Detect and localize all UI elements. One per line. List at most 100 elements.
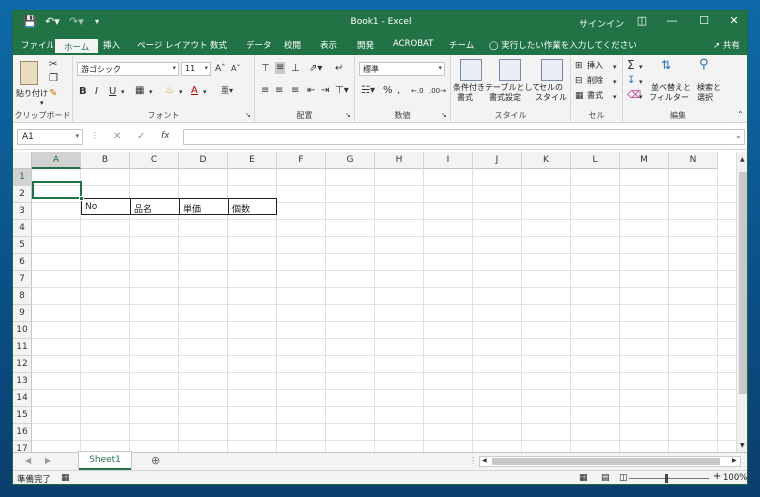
horizontal-scrollbar[interactable]: ◀ ▶ bbox=[479, 456, 741, 467]
insert-dropdown-icon[interactable]: ▾ bbox=[613, 61, 617, 73]
tab-team[interactable]: チーム bbox=[449, 39, 474, 51]
delete-cells-icon[interactable]: ⊟ bbox=[575, 75, 583, 87]
column-header-C[interactable]: C bbox=[130, 152, 179, 169]
row-header-6[interactable]: 6 bbox=[13, 254, 32, 271]
cut-icon[interactable]: ✂ bbox=[49, 59, 57, 71]
row-header-8[interactable]: 8 bbox=[13, 288, 32, 305]
decrease-decimal-icon[interactable]: .00→ bbox=[429, 85, 446, 97]
bottom-align-icon[interactable]: ⊥ bbox=[291, 63, 300, 75]
format-cells-icon[interactable]: ▦ bbox=[575, 90, 584, 102]
cell-styles-label2[interactable]: スタイル bbox=[535, 93, 567, 103]
delete-cells-button[interactable]: 削除 bbox=[587, 76, 603, 86]
borders-icon[interactable]: ▦ bbox=[135, 85, 144, 97]
row-header-10[interactable]: 10 bbox=[13, 322, 32, 339]
increase-decimal-icon[interactable]: ←.0 bbox=[411, 85, 424, 97]
delete-dropdown-icon[interactable]: ▾ bbox=[613, 76, 617, 88]
column-header-A[interactable]: A bbox=[32, 152, 81, 169]
insert-function-icon[interactable]: fx bbox=[161, 131, 170, 141]
row-header-16[interactable]: 16 bbox=[13, 424, 32, 441]
format-painter-icon[interactable]: ✎ bbox=[49, 88, 57, 100]
insert-cells-button[interactable]: 挿入 bbox=[587, 61, 603, 71]
tab-home[interactable]: ホーム bbox=[53, 37, 101, 55]
font-size-combo[interactable]: 11 ▾ bbox=[181, 62, 211, 76]
normal-view-icon[interactable]: ▦ bbox=[579, 473, 588, 483]
horizontal-scroll-thumb[interactable] bbox=[492, 458, 720, 465]
column-header-M[interactable]: M bbox=[620, 152, 669, 169]
fill-handle[interactable] bbox=[79, 196, 84, 201]
expand-formula-bar-icon[interactable]: ⌄ bbox=[735, 131, 742, 140]
scroll-up-icon[interactable]: ▲ bbox=[740, 154, 745, 166]
tab-data[interactable]: データ bbox=[246, 39, 272, 51]
format-as-table-label1[interactable]: テーブルとして bbox=[485, 83, 540, 93]
column-header-H[interactable]: H bbox=[375, 152, 424, 169]
fill-color-dropdown-icon[interactable]: ▾ bbox=[179, 86, 183, 98]
scroll-right-icon[interactable]: ▶ bbox=[732, 455, 737, 467]
zoom-slider-thumb[interactable] bbox=[665, 474, 668, 483]
tab-review[interactable]: 校閲 bbox=[284, 39, 301, 51]
active-cell-A1[interactable] bbox=[32, 181, 82, 199]
collapse-ribbon-icon[interactable]: ⌃ bbox=[737, 109, 744, 121]
row-header-2[interactable]: 2 bbox=[13, 186, 32, 203]
name-box[interactable]: A1 ▾ bbox=[17, 129, 83, 145]
row-header-11[interactable]: 11 bbox=[13, 339, 32, 356]
wrap-text-icon[interactable]: ↵ bbox=[335, 63, 343, 75]
share-button[interactable]: ↗ 共有 bbox=[713, 39, 740, 51]
alignment-dialog-launcher-icon[interactable]: ↘ bbox=[345, 109, 351, 121]
formula-input[interactable] bbox=[183, 129, 745, 145]
format-dropdown-icon[interactable]: ▾ bbox=[613, 91, 617, 103]
tab-insert[interactable]: 挿入 bbox=[103, 39, 120, 51]
new-sheet-icon[interactable]: ⊕ bbox=[151, 455, 160, 467]
underline-dropdown-icon[interactable]: ▾ bbox=[121, 86, 125, 98]
orientation-icon[interactable]: ⇗▾ bbox=[309, 63, 322, 75]
number-format-combo[interactable]: 標準 ▾ bbox=[359, 62, 445, 76]
vertical-scroll-thumb[interactable] bbox=[739, 172, 747, 394]
zoom-in-icon[interactable]: + bbox=[713, 471, 721, 482]
number-dialog-launcher-icon[interactable]: ↘ bbox=[441, 109, 447, 121]
font-name-combo[interactable]: 游ゴシック ▾ bbox=[77, 62, 179, 76]
find-select-label2[interactable]: 選択 bbox=[697, 93, 713, 103]
format-as-table-icon[interactable] bbox=[499, 59, 521, 81]
tab-view[interactable]: 表示 bbox=[320, 39, 337, 51]
column-header-B[interactable]: B bbox=[81, 152, 130, 169]
enter-icon[interactable]: ✓ bbox=[137, 131, 145, 142]
column-header-E[interactable]: E bbox=[228, 152, 277, 169]
scroll-left-icon[interactable]: ◀ bbox=[482, 455, 487, 467]
row-header-13[interactable]: 13 bbox=[13, 373, 32, 390]
autosum-icon[interactable]: Σ bbox=[627, 59, 635, 71]
row-header-14[interactable]: 14 bbox=[13, 390, 32, 407]
increase-indent-icon[interactable]: ⇥ bbox=[321, 85, 329, 97]
macro-record-icon[interactable]: ▦ bbox=[61, 473, 70, 483]
column-header-D[interactable]: D bbox=[179, 152, 228, 169]
middle-align-icon[interactable]: ≡ bbox=[275, 62, 286, 74]
fill-dropdown-icon[interactable]: ▾ bbox=[639, 76, 643, 88]
insert-cells-icon[interactable]: ⊞ bbox=[575, 60, 583, 72]
borders-dropdown-icon[interactable]: ▾ bbox=[149, 86, 153, 98]
percent-style-icon[interactable]: % bbox=[383, 85, 393, 97]
decrease-font-size-icon[interactable]: Aˇ bbox=[231, 63, 240, 75]
tab-page-layout[interactable]: ページ レイアウト bbox=[137, 39, 208, 51]
cancel-icon[interactable]: ✕ bbox=[113, 131, 121, 142]
cell-styles-icon[interactable] bbox=[541, 59, 563, 81]
ribbon-display-options-icon[interactable]: ◫ bbox=[633, 14, 651, 30]
fill-color-icon[interactable]: ♨ bbox=[165, 85, 174, 97]
paste-icon[interactable] bbox=[20, 61, 38, 85]
find-select-label1[interactable]: 検索と bbox=[697, 83, 721, 93]
top-align-icon[interactable]: ⊤ bbox=[261, 63, 270, 75]
tab-developer[interactable]: 開発 bbox=[357, 39, 374, 51]
maximize-button[interactable]: ☐ bbox=[695, 14, 713, 30]
sort-filter-label2[interactable]: フィルター bbox=[649, 93, 689, 103]
cell-styles-label1[interactable]: セルの bbox=[539, 83, 563, 93]
format-cells-button[interactable]: 書式 bbox=[587, 91, 603, 101]
currency-format-icon[interactable]: ☵▾ bbox=[361, 85, 375, 97]
font-color-icon[interactable]: A bbox=[191, 85, 198, 97]
cell-B2[interactable]: No bbox=[81, 198, 131, 215]
row-header-12[interactable]: 12 bbox=[13, 356, 32, 373]
vertical-scrollbar[interactable]: ▲ ▼ bbox=[736, 152, 747, 452]
column-header-K[interactable]: K bbox=[522, 152, 571, 169]
decrease-indent-icon[interactable]: ⇤ bbox=[307, 85, 315, 97]
conditional-formatting-label1[interactable]: 条件付き bbox=[453, 83, 485, 93]
row-header-3[interactable]: 3 bbox=[13, 203, 32, 220]
zoom-level[interactable]: 100% bbox=[723, 473, 747, 483]
zoom-slider-track[interactable] bbox=[629, 478, 709, 479]
column-header-J[interactable]: J bbox=[473, 152, 522, 169]
